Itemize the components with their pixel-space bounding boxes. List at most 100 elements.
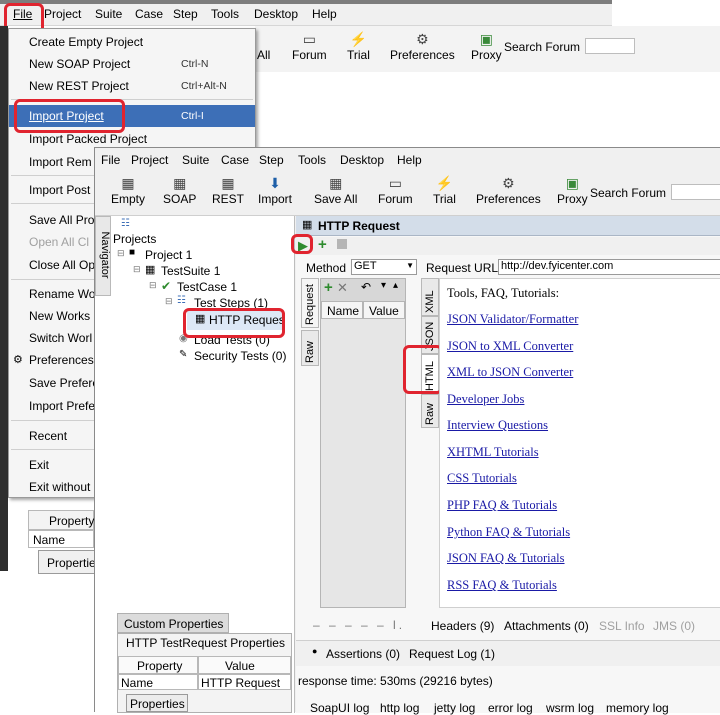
params-grid[interactable] (321, 319, 405, 607)
move-down-icon[interactable]: ▾ (381, 280, 386, 291)
save-all-button[interactable]: ▦ Save All (314, 174, 357, 206)
rest-icon: ▦ (221, 175, 235, 191)
navigator-tab[interactable]: Navigator (95, 216, 111, 296)
preferences-button[interactable]: ⚙ Preferences (476, 174, 541, 206)
remove-param-icon[interactable]: ✕ (337, 280, 348, 296)
link-json-faq[interactable]: JSON FAQ & Tutorials (447, 551, 565, 566)
front-window: File Project Suite Case Step Tools Deskt… (94, 147, 720, 715)
menu-help[interactable]: Help (312, 7, 337, 21)
trial-button[interactable]: ⚡ Trial (347, 30, 370, 62)
tree-testcase-1[interactable]: TestCase 1 (177, 280, 237, 294)
tab-xml[interactable]: XML (421, 278, 439, 316)
link-json-validator[interactable]: JSON Validator/Formatter (447, 312, 578, 327)
tab-attachments[interactable]: Attachments (0) (504, 619, 589, 633)
row-name[interactable]: Name (118, 674, 198, 690)
menu-step[interactable]: Step (173, 7, 198, 21)
tab-raw[interactable]: Raw (301, 330, 319, 366)
tree-security-tests[interactable]: Security Tests (0) (194, 349, 286, 363)
tree-testsuite-1[interactable]: TestSuite 1 (161, 264, 220, 278)
http-request-tree-highlight (183, 308, 285, 338)
proxy-icon: ▣ (479, 31, 493, 47)
custom-properties-tab[interactable]: Custom Properties (117, 613, 229, 633)
tab-error-log[interactable]: error log (488, 701, 533, 715)
expand-icon[interactable]: ⊟ (133, 264, 141, 275)
proxy-button[interactable]: ▣ Proxy (557, 174, 588, 206)
soap-icon: ▦ (173, 175, 187, 191)
menu-step[interactable]: Step (259, 153, 284, 167)
link-css-tutorials[interactable]: CSS Tutorials (447, 471, 517, 486)
tree-project-1[interactable]: Project 1 (145, 248, 192, 262)
link-python-faq[interactable]: Python FAQ & Tutorials (447, 525, 570, 540)
forum-button[interactable]: ▭ Forum (292, 30, 327, 62)
menu-suite[interactable]: Suite (95, 7, 122, 21)
tab-request[interactable]: Request (301, 278, 319, 328)
tree-view-icon[interactable]: ☷ (121, 218, 130, 229)
chevron-down-icon: ▼ (406, 261, 414, 270)
link-rss-faq[interactable]: RSS FAQ & Tutorials (447, 578, 557, 593)
menu-new-rest-project[interactable]: New REST Project Ctrl+Alt-N (9, 75, 255, 97)
empty-button[interactable]: ▦ Empty (111, 174, 145, 206)
assertions-dot-icon: ● (312, 646, 318, 656)
back-properties-button[interactable]: Propertie (38, 550, 98, 574)
proxy-button[interactable]: ▣ Proxy (471, 30, 502, 62)
soap-button[interactable]: ▦ SOAP (163, 174, 196, 206)
tab-request-log[interactable]: Request Log (1) (409, 647, 495, 661)
tab-jetty-log[interactable]: jetty log (434, 701, 475, 715)
menu-case[interactable]: Case (135, 7, 163, 21)
background-dark-strip (0, 26, 8, 571)
row-value[interactable]: HTTP Request (198, 674, 291, 690)
forum-button[interactable]: ▭ Forum (378, 174, 413, 206)
forum-icon: ▭ (388, 175, 402, 191)
menu-tools[interactable]: Tools (298, 153, 326, 167)
tab-headers[interactable]: Headers (9) (431, 619, 494, 633)
expand-icon[interactable]: ⊟ (149, 280, 157, 291)
add-icon[interactable]: + (318, 236, 327, 253)
preferences-button[interactable]: ⚙ Preferences (390, 30, 455, 62)
testsuite-icon: ▦ (145, 264, 156, 276)
projects-root[interactable]: Projects (113, 232, 156, 246)
rest-button[interactable]: ▦ REST (212, 174, 244, 206)
tab-ssl-info[interactable]: SSL Info (599, 619, 645, 633)
http-request-icon: ▦ (302, 219, 313, 231)
menu-desktop[interactable]: Desktop (254, 7, 298, 21)
tab-wsrm-log[interactable]: wsrm log (546, 701, 594, 715)
link-php-faq[interactable]: PHP FAQ & Tutorials (447, 498, 557, 513)
tab-assertions[interactable]: Assertions (0) (326, 647, 400, 661)
menu-case[interactable]: Case (221, 153, 249, 167)
tab-soapui-log[interactable]: SoapUI log (310, 701, 369, 715)
add-param-icon[interactable]: + (324, 279, 333, 296)
menu-project[interactable]: Project (131, 153, 168, 167)
menu-desktop[interactable]: Desktop (340, 153, 384, 167)
search-forum-input[interactable] (671, 184, 720, 200)
menu-create-empty-project[interactable]: Create Empty Project (9, 31, 255, 53)
all-button[interactable]: All (257, 30, 270, 62)
link-developer-jobs[interactable]: Developer Jobs (447, 392, 524, 407)
trial-button[interactable]: ⚡ Trial (433, 174, 456, 206)
menu-help[interactable]: Help (397, 153, 422, 167)
tab-http-log[interactable]: http log (380, 701, 419, 715)
expand-icon[interactable]: ⊟ (117, 248, 125, 259)
menu-suite[interactable]: Suite (182, 153, 209, 167)
link-json-to-xml[interactable]: JSON to XML Converter (447, 339, 573, 354)
import-button[interactable]: ⬇ Import (258, 174, 292, 206)
url-input[interactable]: http://dev.fyicenter.com (498, 259, 720, 275)
properties-button[interactable]: Properties (126, 694, 188, 712)
move-up-icon[interactable]: ▴ (393, 280, 398, 291)
menu-project[interactable]: Project (44, 7, 81, 21)
method-select[interactable]: GET ▼ (351, 259, 417, 275)
link-interview-questions[interactable]: Interview Questions (447, 418, 548, 433)
menu-tools[interactable]: Tools (211, 7, 239, 21)
response-heading: Tools, FAQ, Tutorials: (447, 286, 560, 300)
tab-memory-log[interactable]: memory log (606, 701, 669, 715)
link-xhtml-tutorials[interactable]: XHTML Tutorials (447, 445, 539, 460)
menu-new-soap-project[interactable]: New SOAP Project Ctrl-N (9, 53, 255, 75)
html-tab-highlight (403, 345, 443, 394)
link-xml-to-json[interactable]: XML to JSON Converter (447, 365, 573, 380)
tab-jms[interactable]: JMS (0) (653, 619, 695, 633)
stop-icon[interactable] (337, 239, 347, 249)
expand-icon[interactable]: ⊟ (165, 296, 173, 307)
search-forum-input[interactable] (585, 38, 635, 54)
revert-icon[interactable]: ↶ (361, 280, 371, 294)
menu-file[interactable]: File (101, 153, 120, 167)
tab-raw-response[interactable]: Raw (421, 394, 439, 428)
